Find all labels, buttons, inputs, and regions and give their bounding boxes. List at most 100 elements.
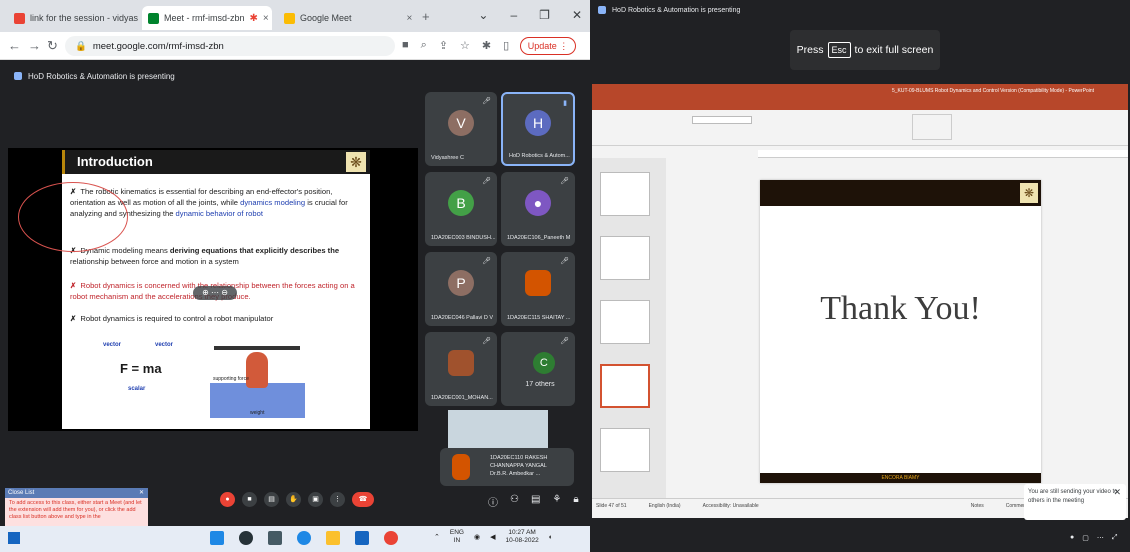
reload-icon[interactable]: ↻: [47, 38, 58, 54]
slide-overlay-controls[interactable]: ⊕ ⋯ ⊖: [193, 286, 237, 300]
sidebar-icon[interactable]: ▯: [503, 39, 509, 52]
more-icon[interactable]: ⋯: [1097, 534, 1104, 542]
meet-side-controls: ⓘ ⚇ ▤ ⚘ 🔒︎: [488, 494, 579, 509]
close-icon[interactable]: ✕: [1113, 488, 1121, 497]
slide-thumbnail[interactable]: [600, 300, 650, 344]
info-icon[interactable]: ⓘ: [488, 494, 498, 509]
participant-tile[interactable]: 🎤︎ 1DA20EC001_MOHAN...: [425, 332, 497, 406]
close-tab-icon[interactable]: ×: [407, 13, 413, 24]
college-logo-icon: ❋: [346, 152, 366, 172]
share-icon[interactable]: ⇪: [439, 39, 448, 52]
slide-thumbnail[interactable]: [600, 172, 650, 216]
others-tile[interactable]: 🎤︎ C 17 others: [501, 332, 575, 406]
bullet-check-icon: ✗: [70, 314, 77, 323]
slide-thumbnails: [592, 158, 666, 498]
close-tab-icon[interactable]: ×: [263, 13, 269, 24]
tab-search-icon[interactable]: ⌄: [478, 8, 488, 22]
wifi-icon[interactable]: ◉: [474, 533, 480, 541]
mic-toggle-button[interactable]: ●: [220, 492, 235, 507]
camera-icon[interactable]: ▢: [1082, 534, 1089, 542]
activities-icon[interactable]: ⚘: [552, 494, 561, 509]
start-icon[interactable]: [210, 531, 224, 545]
bullet-4: ✗ Robot dynamics is required to control a…: [70, 314, 274, 323]
close-window-icon[interactable]: ✕: [572, 8, 582, 22]
meet-icon: [284, 12, 295, 24]
raise-hand-button[interactable]: ✋: [286, 492, 301, 507]
ppt-ribbon[interactable]: [592, 110, 1128, 146]
more-options-button[interactable]: ⋮: [330, 492, 345, 507]
slide-thumbnail[interactable]: [600, 428, 650, 472]
word-icon[interactable]: [355, 531, 369, 545]
file-explorer-icon[interactable]: [326, 531, 340, 545]
font-select[interactable]: [692, 116, 752, 124]
mic-off-icon: 🎤︎: [560, 338, 569, 345]
avatar: H: [525, 110, 551, 137]
present-icon: [598, 6, 606, 14]
camera-toggle-button[interactable]: ■: [242, 492, 257, 507]
avatar: [525, 270, 551, 297]
avatar: V: [448, 110, 474, 137]
avatar: [448, 350, 474, 377]
chrome-icon[interactable]: [384, 531, 398, 545]
widgets-icon[interactable]: [8, 532, 20, 544]
task-view-icon[interactable]: [268, 531, 282, 545]
shapes-gallery[interactable]: [912, 114, 952, 140]
participant-tile[interactable]: 🎤︎ B 1DA20EC003 BINDUSH...: [425, 172, 497, 246]
lifter-figure: [246, 352, 268, 388]
formula-annotation-circle: [18, 182, 128, 252]
back-icon[interactable]: ←: [8, 38, 21, 53]
avatar: C: [532, 352, 555, 375]
gmail-icon: [14, 12, 25, 24]
forward-icon[interactable]: →: [28, 38, 41, 53]
tray-chevron-icon[interactable]: ⌃: [434, 533, 440, 541]
lock-icon: 🔒: [75, 40, 87, 52]
participant-tile[interactable]: 🎤︎ ● 1DA20EC106_Paneeth M: [501, 172, 575, 246]
people-icon[interactable]: ⚇: [510, 494, 519, 509]
ruler: [758, 150, 1128, 158]
participant-tile[interactable]: 🎤︎ V Vidyashree C: [425, 92, 497, 166]
tab-link-session[interactable]: link for the session - vidyashree×: [8, 6, 138, 30]
notification-icon[interactable]: ◐: [549, 534, 553, 541]
maximize-icon[interactable]: ❐: [539, 8, 550, 22]
present-button[interactable]: ▣: [308, 492, 323, 507]
clock[interactable]: 10:27 AM 10-08-2022: [505, 529, 538, 545]
update-button[interactable]: Update ⋮: [520, 37, 576, 55]
participant-tile[interactable]: ▮ H HoD Robotics & Autom...: [501, 92, 575, 166]
tab-meet[interactable]: Meet - rmf-imsd-zbn ✱ ×: [142, 6, 272, 30]
barbell: [214, 346, 300, 350]
fullscreen-controls: ● ▢ ⋯ ⤢: [1070, 534, 1117, 542]
zoom-icon[interactable]: ⌕: [421, 39, 427, 52]
new-tab-icon[interactable]: +: [422, 9, 430, 24]
system-tray: ⌃ ENG IN ◉ ◀ 10:27 AM 10-08-2022 ◐: [434, 529, 553, 545]
participant-tile[interactable]: 🎤︎ P 1DA20EC046 Pallavi D V: [425, 252, 497, 326]
slide-thumbnail[interactable]: [600, 236, 650, 280]
leave-call-button[interactable]: ☎: [352, 492, 374, 507]
close-icon[interactable]: ✕: [139, 488, 144, 498]
captions-button[interactable]: ▤: [264, 492, 279, 507]
slide-thumbnail-selected[interactable]: [600, 364, 650, 408]
host-controls-icon[interactable]: 🔒︎: [573, 494, 578, 509]
address-icons: ■ ⌕ ⇪ ☆ ✱ ▯ ●: [402, 39, 528, 52]
meet-icon: [148, 12, 159, 24]
star-icon[interactable]: ☆: [460, 39, 470, 52]
self-view-tile[interactable]: 1DA20EC110 RAKESH CHANNAPPA YANGAL Dr.B.R.…: [440, 448, 574, 486]
edge-icon[interactable]: [297, 531, 311, 545]
language-indicator[interactable]: ENG IN: [450, 529, 464, 545]
minimize-icon[interactable]: –: [510, 8, 517, 22]
volume-icon[interactable]: ◀: [490, 533, 495, 541]
notes-button[interactable]: Notes: [971, 503, 984, 509]
ppt-slide: ❋ Thank You! ENCORA BIAMY: [760, 180, 1041, 483]
url-input[interactable]: 🔒 meet.google.com/rmf-imsd-zbn: [65, 36, 395, 56]
tab-google-meet[interactable]: Google Meet ×: [278, 6, 413, 30]
mic-off-icon: 🎤︎: [482, 178, 491, 185]
chat-icon[interactable]: ▤: [531, 494, 540, 509]
participant-tile[interactable]: 🎤︎ 1DA20EC115 SHAITAY ...: [501, 252, 575, 326]
expand-icon[interactable]: ⤢: [1112, 534, 1118, 542]
mic-icon[interactable]: ●: [1070, 534, 1074, 542]
meet-controls: ● ■ ▤ ✋ ▣ ⋮ ☎: [220, 492, 374, 507]
camera-icon[interactable]: ■: [402, 39, 409, 52]
extensions-icon[interactable]: ✱: [482, 39, 491, 52]
extension-title-bar: Close List ✕: [5, 488, 148, 498]
ppt-menu-tabs[interactable]: [592, 98, 1128, 110]
search-icon[interactable]: [239, 531, 253, 545]
